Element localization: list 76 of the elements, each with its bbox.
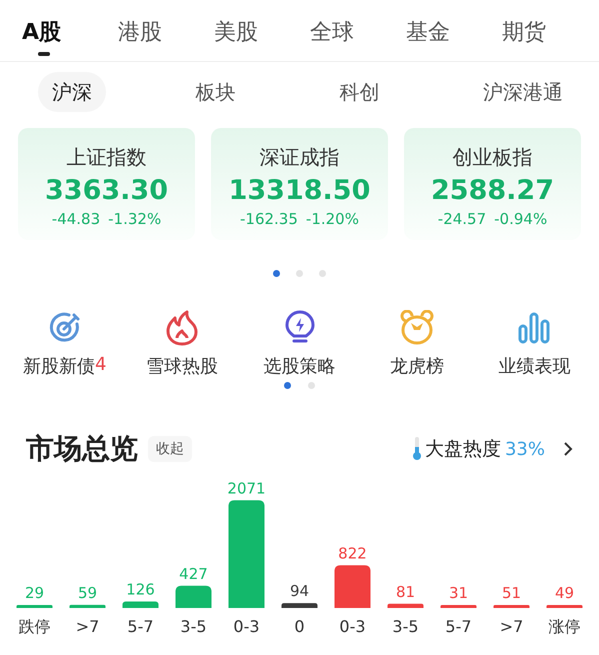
index-percent: -1.32% xyxy=(108,210,162,228)
shortcut-label[interactable]: 龙虎榜 xyxy=(390,354,444,378)
chart-bar xyxy=(494,605,530,608)
x-axis-label: 5-7 xyxy=(445,617,472,636)
index-name: 深证成指 xyxy=(260,144,340,171)
chart-bar xyxy=(176,586,212,608)
pager-dot[interactable] xyxy=(296,270,303,277)
market-tab[interactable]: A股 xyxy=(22,0,118,60)
chart-bar xyxy=(334,565,370,608)
bar-value-label: 126 xyxy=(126,580,155,598)
shortcut-label[interactable]: 业绩表现 xyxy=(498,354,570,378)
flame-icon[interactable] xyxy=(165,310,200,346)
chart-bar xyxy=(440,605,476,608)
bar-value-label: 59 xyxy=(78,584,98,602)
x-axis-label: 3-5 xyxy=(180,617,207,636)
chart-bar xyxy=(388,604,424,608)
index-change: -44.83 xyxy=(52,210,100,228)
market-tab[interactable]: 港股 xyxy=(118,0,214,60)
x-axis-label: 涨停 xyxy=(548,617,580,636)
index-value: 2588.27 xyxy=(431,175,554,206)
index-change: -162.35 xyxy=(240,210,298,228)
shortcut-label[interactable]: 选股策略 xyxy=(264,354,336,378)
index-change: -24.57 xyxy=(438,210,486,228)
chart-bar xyxy=(16,605,52,608)
chart-bar xyxy=(122,601,158,608)
market-tab[interactable]: 全球 xyxy=(310,0,406,60)
x-axis-label: 0-3 xyxy=(339,617,366,636)
thermometer-icon xyxy=(412,437,421,461)
bar-value-label: 81 xyxy=(396,582,416,601)
sub-tab[interactable]: 沪深港通 xyxy=(468,72,577,112)
sub-tab[interactable]: 科创 xyxy=(325,72,394,112)
bar-value-label: 31 xyxy=(448,584,468,602)
index-percent: -0.94% xyxy=(494,210,548,228)
chart-bar xyxy=(546,605,582,608)
section-title: 市场总览 xyxy=(26,431,138,467)
market-tab[interactable]: 美股 xyxy=(214,0,310,60)
bar-chart-icon[interactable] xyxy=(517,310,552,346)
count-label: 4 xyxy=(94,354,106,377)
index-card[interactable]: 深证成指 13318.50 -162.35 -1.20% xyxy=(211,128,388,240)
index-card[interactable]: 上证指数 3363.30 -44.83 -1.32% xyxy=(18,128,195,240)
x-axis-label: 5-7 xyxy=(127,617,154,636)
x-axis-label: 跌停 xyxy=(18,617,50,636)
bar-value-label: 29 xyxy=(24,584,44,602)
bear-icon[interactable] xyxy=(398,310,436,346)
sub-tab[interactable]: 板块 xyxy=(182,72,250,112)
pager-dot[interactable] xyxy=(284,382,291,389)
pager-dot[interactable] xyxy=(319,270,326,277)
bar-value-label: 49 xyxy=(554,584,574,602)
chart-bar xyxy=(282,603,318,608)
x-axis-label: 0-3 xyxy=(233,617,260,636)
index-card[interactable]: 创业板指 2588.27 -24.57 -0.94% xyxy=(404,128,581,240)
x-axis-label: >7 xyxy=(76,617,100,636)
x-axis-label: 3-5 xyxy=(392,617,419,636)
bar-value-label: 94 xyxy=(290,582,310,600)
market-tab[interactable]: 基金 xyxy=(406,0,502,60)
index-name: 上证指数 xyxy=(66,144,146,171)
bar-value-label: 822 xyxy=(338,544,367,562)
heat-label[interactable]: 大盘热度 xyxy=(424,436,501,462)
chevron-right-icon[interactable] xyxy=(563,441,573,457)
shortcut-label[interactable]: 新股新债 xyxy=(22,354,95,378)
index-name: 创业板指 xyxy=(452,144,532,171)
market-tab[interactable]: 期货 xyxy=(502,0,598,60)
bar-value-label: 427 xyxy=(179,564,208,583)
shortcut-label[interactable]: 雪球热股 xyxy=(146,354,218,378)
index-value: 3363.30 xyxy=(45,175,168,206)
pager-dot[interactable] xyxy=(308,382,315,389)
bar-value-label: 51 xyxy=(502,584,522,602)
collapse-button[interactable]: 收起 xyxy=(148,436,192,462)
chart-bar xyxy=(70,604,106,608)
pager-dot[interactable] xyxy=(273,270,280,277)
index-percent: -1.20% xyxy=(306,210,359,228)
x-axis-label: 0 xyxy=(294,617,305,636)
sub-tab[interactable]: 沪深 xyxy=(38,72,106,112)
x-axis-label: >7 xyxy=(500,617,524,636)
bar-value-label: 2071 xyxy=(227,479,266,498)
index-value: 13318.50 xyxy=(228,175,370,206)
